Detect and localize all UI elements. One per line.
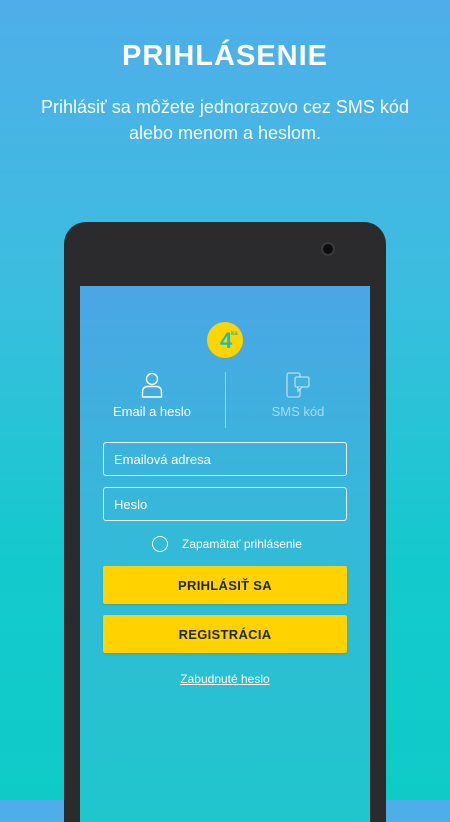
tab-email-label: Email a heslo [112, 404, 192, 419]
email-field[interactable] [103, 442, 347, 476]
remember-label: Zapamätať prihlásenie [182, 537, 302, 551]
password-field[interactable] [103, 487, 347, 521]
promo-title: PRIHLÁSENIE [122, 40, 328, 72]
user-icon [141, 372, 163, 398]
camera-icon [323, 244, 333, 254]
app-screen: 4 ka Email a heslo SMS kód Zapamätať [80, 286, 370, 822]
tab-sms-code[interactable]: SMS kód [226, 372, 370, 428]
login-button[interactable]: PRIHLÁSIŤ SA [103, 566, 347, 604]
register-button[interactable]: REGISTRÁCIA [103, 615, 347, 653]
phone-frame: 4 ka Email a heslo SMS kód Zapamätať [64, 222, 386, 822]
phone-message-icon [286, 372, 310, 398]
tab-sms-label: SMS kód [271, 404, 325, 419]
brand-logo: 4 ka [207, 322, 243, 358]
svg-text:ka: ka [231, 331, 238, 337]
remember-login-toggle[interactable]: Zapamätať prihlásenie [152, 534, 302, 554]
tab-email-password[interactable]: Email a heslo [80, 372, 224, 428]
forgot-password-link[interactable]: Zabudnuté heslo [80, 672, 370, 686]
remember-radio[interactable] [152, 536, 168, 552]
promo-subtitle: Prihlásiť sa môžete jednorazovo cez SMS … [41, 97, 409, 143]
